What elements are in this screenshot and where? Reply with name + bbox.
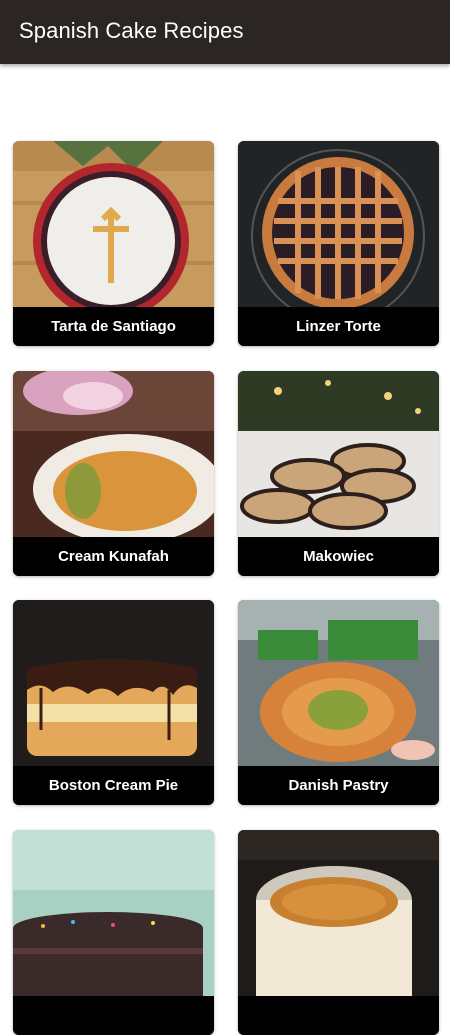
recipe-image [13,371,214,537]
recipe-title: Danish Pastry [238,766,439,805]
recipe-card-makowiec[interactable]: Makowiec [238,371,439,576]
recipe-title: Makowiec [238,537,439,576]
recipe-image [13,830,214,996]
recipe-card-danish-pastry[interactable]: Danish Pastry [238,600,439,805]
recipe-image [238,830,439,996]
recipe-image [238,600,439,766]
recipe-card-custard-pudding[interactable] [238,830,439,1035]
recipe-title: Linzer Torte [238,307,439,346]
recipe-title: Cream Kunafah [13,537,214,576]
recipe-card-cream-kunafah[interactable]: Cream Kunafah [13,371,214,576]
recipe-title [13,996,214,1035]
recipe-image [238,371,439,537]
recipe-image [238,141,439,307]
recipe-card-chocolate-cake[interactable] [13,830,214,1035]
app-title: Spanish Cake Recipes [19,18,244,43]
recipe-title: Tarta de Santiago [13,307,214,346]
recipe-title: Boston Cream Pie [13,766,214,805]
recipe-card-linzer-torte[interactable]: Linzer Torte [238,141,439,346]
recipe-grid[interactable]: Tarta de Santiago Linzer Torte Cream Kun… [0,64,450,1035]
recipe-card-tarta-de-santiago[interactable]: Tarta de Santiago [13,141,214,346]
recipe-title [238,996,439,1035]
app-bar: Spanish Cake Recipes [0,0,450,64]
recipe-card-boston-cream-pie[interactable]: Boston Cream Pie [13,600,214,805]
recipe-image [13,141,214,307]
recipe-image [13,600,214,766]
